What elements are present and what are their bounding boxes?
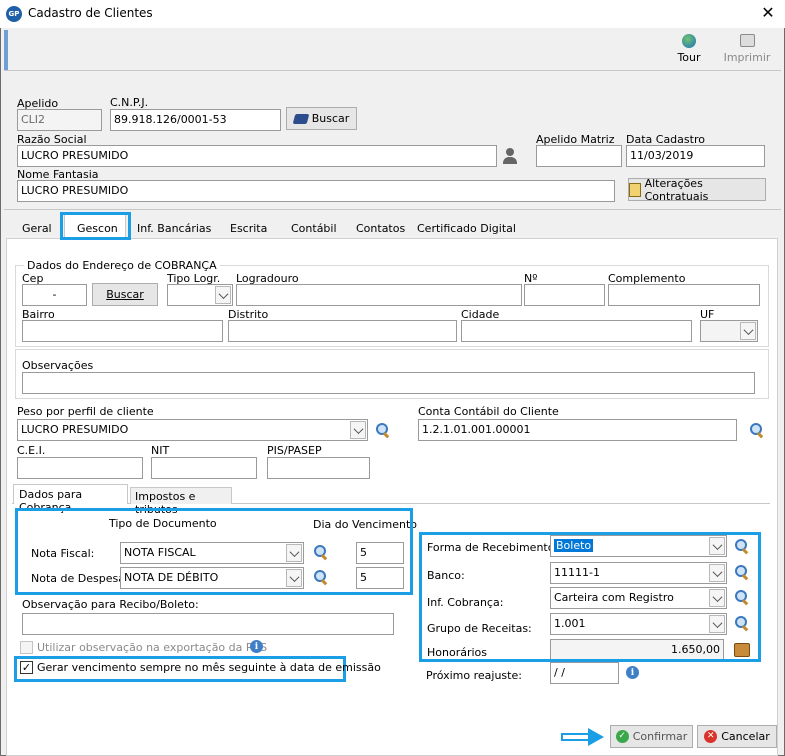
- bairro-input[interactable]: [22, 320, 223, 342]
- arrow-right-icon: [561, 728, 605, 746]
- cei-label: C.E.I.: [17, 444, 46, 457]
- utilizar-obs-info-icon[interactable]: i: [250, 640, 263, 653]
- globe-icon: [682, 34, 696, 48]
- tour-button[interactable]: Tour: [672, 32, 706, 66]
- gerar-venc-checkbox[interactable]: ✓: [20, 661, 33, 674]
- pis-input[interactable]: [267, 457, 370, 479]
- reajuste-info-icon[interactable]: i: [626, 666, 639, 679]
- cidade-input[interactable]: [461, 320, 692, 342]
- print-label: Imprimir: [723, 51, 771, 64]
- tab-contabil[interactable]: Contábil: [291, 222, 337, 235]
- numero-input[interactable]: [524, 284, 605, 306]
- cnpj-buscar-button[interactable]: Buscar: [286, 107, 357, 130]
- logradouro-input[interactable]: [236, 284, 522, 306]
- document-icon: [629, 182, 641, 197]
- tipo-documento-highlight: [15, 508, 413, 595]
- nit-input[interactable]: [151, 457, 257, 479]
- tab-certificado-digital[interactable]: Certificado Digital: [417, 222, 516, 235]
- peso-perfil-select[interactable]: LUCRO PRESUMIDO: [17, 419, 368, 441]
- cep-buscar-button[interactable]: Buscar: [92, 283, 158, 306]
- recebimento-highlight: [419, 532, 761, 662]
- proximo-reajuste-label: Próximo reajuste:: [426, 669, 522, 682]
- endereco-group-title: Dados do Endereço de COBRANÇA: [24, 259, 220, 272]
- app-logo-icon: GP: [6, 6, 22, 22]
- observacoes-input[interactable]: [22, 372, 755, 394]
- obs-recibo-label: Observação para Recibo/Boleto:: [22, 598, 199, 611]
- razao-input[interactable]: LUCRO PRESUMIDO: [17, 145, 497, 167]
- cnpj-label: C.N.P.J.: [110, 96, 149, 109]
- fantasia-input[interactable]: LUCRO PRESUMIDO: [17, 180, 615, 202]
- print-button[interactable]: Imprimir: [722, 32, 772, 66]
- tour-label: Tour: [677, 51, 701, 64]
- alteracoes-button[interactable]: Alterações Contratuais: [628, 177, 766, 203]
- cei-input[interactable]: [17, 457, 143, 479]
- uf-select[interactable]: [700, 320, 758, 342]
- tab-contatos[interactable]: Contatos: [356, 222, 405, 235]
- close-icon[interactable]: ✕: [756, 2, 780, 24]
- apelido-matriz-input[interactable]: [536, 145, 622, 167]
- handshake-icon: [292, 113, 310, 124]
- cep-input[interactable]: -: [22, 284, 87, 306]
- observacoes-label: Observações: [22, 359, 94, 372]
- nit-label: NIT: [151, 444, 170, 457]
- complemento-input[interactable]: [608, 284, 760, 306]
- peso-perfil-label: Peso por perfil de cliente: [17, 405, 154, 418]
- subtab-dados-cobranca[interactable]: Dados para Cobrança: [13, 484, 128, 514]
- proximo-reajuste-input[interactable]: / /: [550, 662, 619, 684]
- title-bar: GP Cadastro de Clientes ✕: [0, 0, 785, 28]
- check-icon: ✓: [615, 730, 629, 743]
- obs-recibo-input[interactable]: [22, 613, 394, 635]
- gescon-tab-highlight: [60, 212, 131, 240]
- tipo-logr-select[interactable]: [167, 284, 233, 306]
- confirmar-button[interactable]: ✓ Confirmar: [610, 725, 693, 748]
- conta-contabil-input[interactable]: 1.2.1.01.001.00001: [418, 419, 737, 441]
- printer-icon: [739, 34, 755, 47]
- distrito-input[interactable]: [228, 320, 457, 342]
- tab-geral[interactable]: Geral: [22, 222, 52, 235]
- tab-inf-bancarias[interactable]: Inf. Bancárias: [137, 222, 211, 235]
- person-icon[interactable]: [503, 148, 517, 164]
- cancelar-button[interactable]: ✕ Cancelar: [697, 725, 777, 748]
- window-title: Cadastro de Clientes: [28, 6, 153, 20]
- subtab-impostos[interactable]: Impostos e tributos: [130, 487, 232, 516]
- conta-search-icon[interactable]: [750, 423, 764, 437]
- tab-escrita[interactable]: Escrita: [230, 222, 267, 235]
- utilizar-obs-label: Utilizar observação na exportação da RPS: [37, 641, 268, 654]
- data-cadastro-input[interactable]: 11/03/2019: [626, 145, 765, 167]
- cancel-icon: ✕: [704, 730, 718, 743]
- peso-search-icon[interactable]: [376, 423, 390, 437]
- conta-contabil-label: Conta Contábil do Cliente: [418, 405, 559, 418]
- utilizar-obs-checkbox[interactable]: [20, 641, 33, 654]
- pis-label: PIS/PASEP: [267, 444, 322, 457]
- gerar-venc-label: Gerar vencimento sempre no mês seguinte …: [37, 661, 381, 674]
- cnpj-input[interactable]: 89.918.126/0001-53: [110, 109, 281, 131]
- apelido-input[interactable]: CLI2: [17, 109, 102, 131]
